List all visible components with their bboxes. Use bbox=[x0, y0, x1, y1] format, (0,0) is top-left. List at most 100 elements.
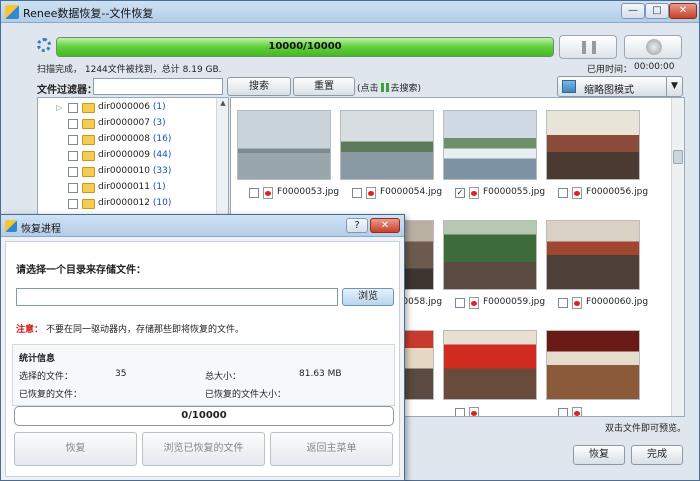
pause-button[interactable] bbox=[559, 35, 617, 59]
restore-button[interactable]: 恢复 bbox=[573, 445, 625, 465]
help-button[interactable]: ? bbox=[346, 218, 368, 233]
thumbnail-image[interactable] bbox=[546, 110, 640, 180]
tree-item-checkbox[interactable] bbox=[68, 151, 78, 161]
close-button[interactable]: ✕ bbox=[669, 3, 697, 19]
target-dir-input[interactable] bbox=[16, 288, 338, 306]
thumbnail-filename: F0000053.jpg bbox=[277, 187, 340, 197]
thumbnail-image[interactable] bbox=[546, 330, 640, 400]
pause-icon bbox=[380, 83, 389, 92]
tree-item-name: dir0000006 bbox=[98, 102, 150, 112]
note-label: 注意： bbox=[16, 325, 44, 335]
thumbnail-item[interactable]: F0000056.jpg bbox=[546, 110, 648, 206]
tree-item-checkbox[interactable] bbox=[68, 167, 78, 177]
view-mode-select[interactable]: 缩略图模式 ▼ bbox=[557, 76, 683, 97]
thumbnail-item[interactable]: F0000053.jpg bbox=[237, 110, 339, 206]
dialog-body: 请选择一个目录来存储文件： 浏览 注意： 不要在同一驱动器内，存储那些即将恢复的… bbox=[5, 241, 400, 477]
tree-item[interactable]: dir0000012 (10) bbox=[38, 197, 218, 213]
minimize-button[interactable]: — bbox=[621, 3, 645, 19]
filter-hint-after: 去搜索) bbox=[390, 84, 422, 94]
thumbnail-checkbox[interactable] bbox=[249, 188, 259, 198]
tree-item-checkbox[interactable] bbox=[68, 103, 78, 113]
thumbnail-item[interactable]: ✓ F0000055.jpg bbox=[443, 110, 545, 206]
dialog-close-button[interactable]: ✕ bbox=[370, 218, 400, 233]
thumbnail-filename: F0000060.jpg bbox=[586, 297, 649, 307]
dialog-title: 恢复进程 bbox=[21, 224, 61, 235]
app-logo-icon bbox=[5, 220, 17, 232]
thumbnail-checkbox[interactable] bbox=[352, 188, 362, 198]
thumbnail-item[interactable]: F0000060.jpg bbox=[546, 220, 648, 316]
thumbnail-checkbox[interactable] bbox=[558, 188, 568, 198]
tree-item-name: dir0000009 bbox=[98, 150, 150, 160]
elapsed-value: 00:00:00 bbox=[634, 62, 675, 72]
total-size-label: 总大小： bbox=[205, 372, 242, 382]
tree-item-label: dir0000006 (1) bbox=[98, 102, 166, 112]
elapsed-label: 已用时间： bbox=[587, 65, 633, 75]
thumbnail-scrollbar[interactable] bbox=[671, 98, 684, 416]
tree-item-checkbox[interactable] bbox=[68, 183, 78, 193]
folder-icon bbox=[82, 183, 95, 193]
thumbnail-item[interactable] bbox=[546, 330, 640, 416]
browse-restored-button[interactable]: 浏览已恢复的文件 bbox=[142, 432, 265, 466]
tree-item[interactable]: dir0000009 (44) bbox=[38, 149, 218, 165]
thumbnail-checkbox[interactable] bbox=[558, 298, 568, 308]
reset-button[interactable]: 重置 bbox=[293, 77, 355, 96]
tree-item-checkbox[interactable] bbox=[68, 119, 78, 129]
thumbnail-checkbox[interactable] bbox=[558, 408, 568, 416]
thumbnail-image[interactable] bbox=[443, 330, 537, 400]
chevron-down-icon[interactable]: ▼ bbox=[666, 77, 682, 96]
thumbnail-item[interactable]: F0000059.jpg bbox=[443, 220, 545, 316]
browse-button[interactable]: 浏览 bbox=[342, 288, 394, 306]
choose-dir-label: 请选择一个目录来存储文件： bbox=[16, 265, 146, 276]
dialog-restore-button[interactable]: 恢复 bbox=[14, 432, 137, 466]
folder-tree: ▷ dir0000006 (1) dir0000007 (3) dir0000008 … bbox=[37, 97, 229, 227]
tree-item-count: (1) bbox=[152, 182, 166, 192]
thumbnail-image[interactable] bbox=[546, 220, 640, 290]
window-title: Renee数据恢复--文件恢复 bbox=[23, 7, 154, 20]
app-logo-icon bbox=[5, 5, 19, 19]
filter-label: 文件过滤器： bbox=[37, 85, 97, 96]
title-bar: Renee数据恢复--文件恢复 — □ ✕ bbox=[1, 1, 699, 23]
back-to-main-button[interactable]: 返回主菜单 bbox=[270, 432, 393, 466]
tree-item[interactable]: dir0000011 (1) bbox=[38, 181, 218, 197]
tree-item-checkbox[interactable] bbox=[68, 199, 78, 209]
thumbnail-checkbox[interactable]: ✓ bbox=[455, 188, 465, 198]
tree-item[interactable]: dir0000008 (16) bbox=[38, 133, 218, 149]
thumbnail-checkbox[interactable] bbox=[455, 408, 465, 416]
image-file-icon bbox=[572, 407, 582, 416]
thumbnail-image[interactable] bbox=[443, 110, 537, 180]
thumbnail-filename: F0000054.jpg bbox=[380, 187, 443, 197]
folder-icon bbox=[82, 167, 95, 177]
tree-scrollbar[interactable]: ▲ bbox=[216, 98, 228, 226]
scrollbar-thumb[interactable] bbox=[673, 150, 683, 164]
stop-button[interactable] bbox=[624, 35, 682, 59]
total-size-value: 81.63 MB bbox=[299, 369, 342, 379]
thumbnail-image[interactable] bbox=[443, 220, 537, 290]
filter-input[interactable] bbox=[93, 78, 223, 95]
spinner-icon bbox=[37, 38, 51, 52]
thumbnail-item[interactable] bbox=[443, 330, 537, 416]
thumbnail-image[interactable] bbox=[340, 110, 434, 180]
thumbnail-item[interactable]: F0000054.jpg bbox=[340, 110, 442, 206]
scroll-up-icon[interactable]: ▲ bbox=[218, 99, 228, 109]
tree-item-checkbox[interactable] bbox=[68, 135, 78, 145]
stats-title: 统计信息 bbox=[19, 354, 56, 364]
tree-item-name: dir0000011 bbox=[98, 182, 150, 192]
expand-arrow-icon[interactable]: ▷ bbox=[56, 103, 62, 112]
tree-item-label: dir0000011 (1) bbox=[98, 182, 166, 192]
maximize-button[interactable]: □ bbox=[645, 3, 669, 19]
thumbnail-filename: F0000059.jpg bbox=[483, 297, 546, 307]
search-button[interactable]: 搜索 bbox=[227, 77, 291, 96]
tree-item[interactable]: dir0000007 (3) bbox=[38, 117, 218, 133]
thumbnail-image[interactable] bbox=[237, 110, 331, 180]
tree-item-label: dir0000012 (10) bbox=[98, 198, 171, 208]
tree-item-count: (16) bbox=[152, 134, 172, 144]
tree-item[interactable]: dir0000010 (33) bbox=[38, 165, 218, 181]
image-file-icon bbox=[469, 187, 479, 199]
image-file-icon bbox=[572, 297, 582, 309]
folder-icon bbox=[82, 151, 95, 161]
finish-button[interactable]: 完成 bbox=[631, 445, 683, 465]
thumbnail-checkbox[interactable] bbox=[455, 298, 465, 308]
folder-icon bbox=[82, 199, 95, 209]
tree-item[interactable]: ▷ dir0000006 (1) bbox=[38, 101, 218, 117]
tree-item-name: dir0000012 bbox=[98, 198, 150, 208]
